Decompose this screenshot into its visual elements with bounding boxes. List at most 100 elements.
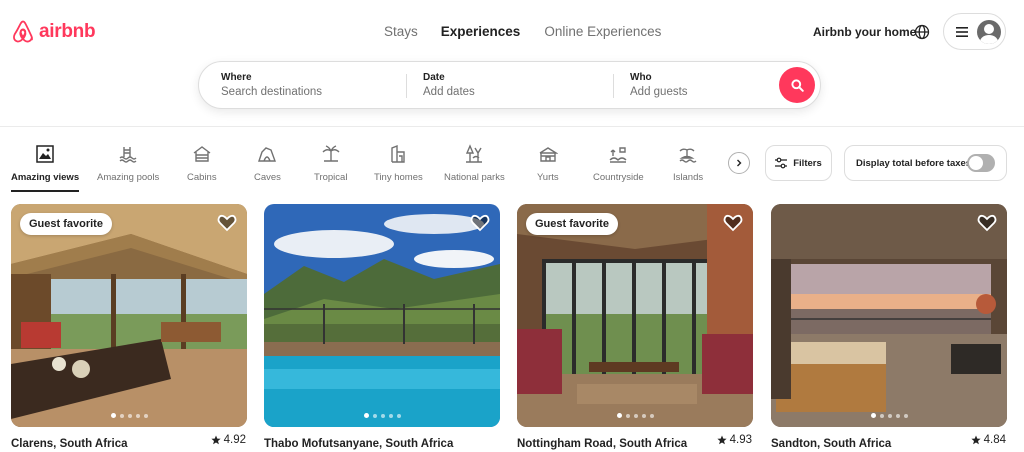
listing-location: Clarens, South Africa: [11, 438, 128, 450]
tiny-home-icon: [391, 144, 406, 163]
category-national-parks[interactable]: National parks: [444, 144, 505, 183]
filters-button[interactable]: Filters: [765, 145, 832, 181]
user-avatar-icon: [977, 19, 1001, 44]
listing-card[interactable]: Sandton, South Africa 4.84: [771, 204, 1007, 452]
star-icon: [717, 435, 727, 445]
filters-label: Filters: [793, 157, 822, 169]
category-bar: Amazing views Amazing pools Cabins Caves…: [0, 140, 760, 192]
listing-location: Thabo Mofutsanyane, South Africa: [264, 438, 454, 450]
tab-experiences[interactable]: Experiences: [441, 24, 521, 39]
date-label: Date: [423, 72, 445, 83]
listing-image: [771, 204, 1007, 427]
category-label: Yurts: [537, 172, 559, 183]
site-header: airbnb Stays Experiences Online Experien…: [0, 0, 1024, 127]
search-divider: [613, 74, 614, 98]
search-button[interactable]: [779, 67, 815, 103]
listing-location: Nottingham Road, South Africa: [517, 438, 688, 450]
airbnb-logo-icon: [13, 20, 33, 43]
categories-next-button[interactable]: [728, 152, 750, 174]
listing-location: Sandton, South Africa: [771, 438, 892, 450]
photo-pagination-dots: [517, 413, 753, 418]
hamburger-icon: [956, 26, 968, 37]
search-divider: [406, 74, 407, 98]
heart-icon[interactable]: [977, 213, 997, 233]
national-park-icon: [466, 144, 483, 163]
date-input[interactable]: Add dates: [423, 86, 593, 98]
airbnb-your-home-link[interactable]: Airbnb your home: [813, 25, 916, 39]
heart-icon[interactable]: [217, 213, 237, 233]
listing-image: [517, 204, 753, 427]
display-total-label: Display total before taxes: [856, 157, 972, 169]
listing-rating: 4.92: [211, 434, 246, 446]
who-field[interactable]: Who Add guests: [630, 62, 770, 108]
tab-stays[interactable]: Stays: [384, 24, 418, 39]
category-label: National parks: [444, 172, 505, 183]
category-islands[interactable]: Islands: [673, 144, 703, 183]
listing-meta: Clarens, South Africa 4.92: [11, 434, 247, 452]
date-field[interactable]: Date Add dates: [423, 62, 593, 108]
listing-card[interactable]: Guest favorite Clarens, South Africa 4.9…: [11, 204, 247, 452]
category-amazing-pools[interactable]: Amazing pools: [97, 144, 159, 183]
listing-image: [264, 204, 500, 427]
category-label: Cabins: [187, 172, 217, 183]
category-label: Caves: [254, 172, 281, 183]
palm-tree-icon: [322, 145, 340, 162]
rating-value: 4.92: [223, 434, 246, 446]
cabin-icon: [193, 146, 211, 162]
star-icon: [971, 435, 981, 445]
listing-photo[interactable]: Guest favorite: [11, 204, 247, 427]
experience-tabs: Stays Experiences Online Experiences: [384, 24, 661, 39]
heart-icon[interactable]: [470, 213, 490, 233]
user-menu-button[interactable]: [943, 13, 1006, 50]
category-amazing-views[interactable]: Amazing views: [11, 144, 80, 192]
who-label: Who: [630, 72, 652, 83]
airbnb-logo[interactable]: airbnb: [11, 19, 96, 45]
heart-icon[interactable]: [723, 213, 743, 233]
category-label: Tropical: [314, 172, 348, 183]
listing-photo[interactable]: [771, 204, 1007, 427]
listing-meta: Nottingham Road, South Africa 4.93: [517, 434, 753, 452]
pool-icon: [119, 147, 137, 163]
photo-pagination-dots: [264, 413, 500, 418]
photo-pagination-dots: [771, 413, 1007, 418]
search-icon: [790, 78, 804, 92]
category-tiny-homes[interactable]: Tiny homes: [374, 144, 423, 183]
listing-card[interactable]: Guest favorite Nottingham Road, South Af…: [517, 204, 753, 452]
filters-icon: [775, 157, 788, 169]
category-countryside[interactable]: Countryside: [593, 144, 644, 183]
chevron-right-icon: [737, 159, 742, 167]
where-label: Where: [221, 72, 252, 83]
logo-text: airbnb: [39, 21, 96, 42]
listing-rating: 4.84: [971, 434, 1006, 446]
listing-meta: Thabo Mofutsanyane, South Africa: [264, 434, 500, 452]
tab-online-experiences[interactable]: Online Experiences: [544, 24, 661, 39]
category-yurts[interactable]: Yurts: [537, 144, 559, 183]
globe-icon[interactable]: [914, 24, 930, 40]
category-caves[interactable]: Caves: [254, 144, 281, 183]
star-icon: [211, 435, 221, 445]
category-label: Islands: [673, 172, 704, 183]
cave-icon: [258, 147, 277, 162]
who-input[interactable]: Add guests: [630, 86, 770, 98]
guest-favorite-badge: Guest favorite: [20, 213, 112, 235]
listing-image: [11, 204, 247, 427]
category-cabins[interactable]: Cabins: [187, 144, 217, 183]
guest-favorite-badge: Guest favorite: [526, 213, 618, 235]
listing-photo[interactable]: Guest favorite: [517, 204, 753, 427]
category-label: Countryside: [593, 172, 644, 183]
category-label: Amazing pools: [97, 172, 160, 183]
display-total-toggle-box: Display total before taxes: [844, 145, 1007, 181]
countryside-icon: [609, 147, 627, 163]
photo-pagination-dots: [11, 413, 247, 418]
category-tropical[interactable]: Tropical: [314, 144, 347, 183]
listing-meta: Sandton, South Africa 4.84: [771, 434, 1007, 452]
display-total-toggle[interactable]: [967, 154, 995, 172]
rating-value: 4.93: [729, 434, 752, 446]
island-icon: [679, 148, 697, 163]
listing-photo[interactable]: [264, 204, 500, 427]
where-field[interactable]: Where Search destinations: [221, 62, 391, 108]
listing-card[interactable]: Thabo Mofutsanyane, South Africa: [264, 204, 500, 452]
search-bar: Where Search destinations Date Add dates…: [198, 61, 821, 109]
category-label: Amazing views: [11, 172, 80, 183]
where-input[interactable]: Search destinations: [221, 86, 391, 98]
